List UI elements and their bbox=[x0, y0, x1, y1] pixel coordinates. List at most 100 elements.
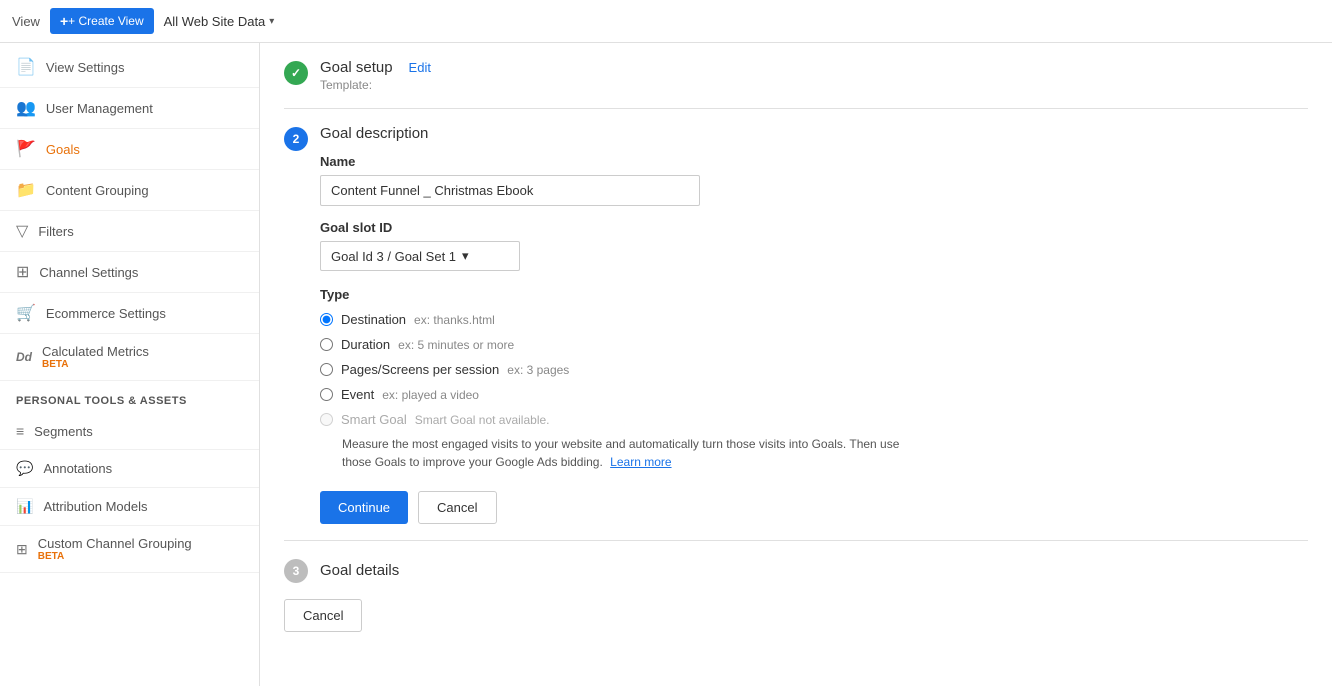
step-divider-2 bbox=[284, 540, 1308, 541]
step3-title: Goal details bbox=[320, 562, 399, 579]
step1-edit-link[interactable]: Edit bbox=[409, 60, 431, 75]
beta-badge: BETA bbox=[42, 359, 149, 370]
sidebar-item-label: View Settings bbox=[46, 60, 125, 75]
step2-title: Goal description bbox=[320, 125, 1308, 142]
radio-smart-goal bbox=[320, 413, 333, 426]
bottom-cancel-section: Cancel bbox=[284, 599, 1308, 632]
step2-number: 2 bbox=[293, 132, 300, 146]
sidebar-item-ecommerce[interactable]: 🛒 Ecommerce Settings bbox=[0, 293, 259, 334]
sidebar-item-label: Segments bbox=[34, 424, 93, 439]
annotations-icon: 💬 bbox=[16, 460, 33, 477]
sidebar-item-label: Goals bbox=[46, 142, 80, 157]
personal-tools-header: PERSONAL TOOLS & ASSETS bbox=[0, 381, 259, 413]
radio-event[interactable] bbox=[320, 388, 333, 401]
sidebar-item-label: Calculated Metrics bbox=[42, 344, 149, 359]
sidebar-item-label: User Management bbox=[46, 101, 153, 116]
name-label: Name bbox=[320, 154, 1308, 169]
sidebar-item-segments[interactable]: ≡ Segments bbox=[0, 413, 259, 450]
pages-screens-label: Pages/Screens per session bbox=[341, 362, 499, 377]
step3-number: 3 bbox=[293, 564, 300, 578]
top-bar: View + + Create View All Web Site Data ▾ bbox=[0, 0, 1332, 43]
step-divider-1 bbox=[284, 108, 1308, 109]
smart-goal-info: Measure the most engaged visits to your … bbox=[342, 435, 922, 471]
sidebar-item-attribution-models[interactable]: 📊 Attribution Models bbox=[0, 488, 259, 526]
duration-example: ex: 5 minutes or more bbox=[398, 338, 514, 352]
channel-icon: ⊞ bbox=[16, 262, 29, 282]
sidebar-item-content-grouping[interactable]: 📁 Content Grouping bbox=[0, 170, 259, 211]
type-pages-screens[interactable]: Pages/Screens per session ex: 3 pages bbox=[320, 362, 1308, 377]
view-selector[interactable]: All Web Site Data ▾ bbox=[164, 14, 275, 29]
site-name: All Web Site Data bbox=[164, 14, 266, 29]
step2-icon: 2 bbox=[284, 127, 308, 151]
sidebar-item-custom-channel[interactable]: ⊞ Custom Channel Grouping BETA bbox=[0, 526, 259, 573]
destination-example: ex: thanks.html bbox=[414, 313, 495, 327]
sidebar-item-filters[interactable]: ▽ Filters bbox=[0, 211, 259, 252]
document-icon: 📄 bbox=[16, 57, 36, 77]
pages-screens-example: ex: 3 pages bbox=[507, 363, 569, 377]
sidebar-item-label: Filters bbox=[38, 224, 73, 239]
cancel-button-step2[interactable]: Cancel bbox=[418, 491, 496, 524]
main-layout: 📄 View Settings 👥 User Management 🚩 Goal… bbox=[0, 43, 1332, 686]
step1-title: Goal setup bbox=[320, 59, 393, 76]
learn-more-link[interactable]: Learn more bbox=[610, 455, 671, 469]
event-example: ex: played a video bbox=[382, 388, 479, 402]
folder-icon: 📁 bbox=[16, 180, 36, 200]
sidebar-item-goals[interactable]: 🚩 Goals bbox=[0, 129, 259, 170]
create-view-label: + Create View bbox=[68, 14, 144, 28]
type-radio-group: Destination ex: thanks.html Duration ex:… bbox=[320, 312, 1308, 427]
type-smart-goal: Smart Goal Smart Goal not available. bbox=[320, 412, 1308, 427]
create-view-button[interactable]: + + Create View bbox=[50, 8, 154, 34]
sidebar-item-label: Channel Settings bbox=[39, 265, 138, 280]
flag-icon: 🚩 bbox=[16, 139, 36, 159]
radio-duration[interactable] bbox=[320, 338, 333, 351]
sidebar-item-label: Annotations bbox=[43, 461, 112, 476]
sidebar-item-label: Custom Channel Grouping bbox=[38, 536, 192, 551]
sidebar-item-label: Content Grouping bbox=[46, 183, 149, 198]
smart-goal-label: Smart Goal bbox=[341, 412, 407, 427]
sidebar-item-user-management[interactable]: 👥 User Management bbox=[0, 88, 259, 129]
radio-destination[interactable] bbox=[320, 313, 333, 326]
smart-goal-example: Smart Goal not available. bbox=[415, 413, 550, 427]
content-area: ✓ Goal setup Edit Template: 2 Goal descr… bbox=[260, 43, 1332, 686]
goal-slot-value: Goal Id 3 / Goal Set 1 bbox=[331, 249, 456, 264]
destination-label: Destination bbox=[341, 312, 406, 327]
sidebar-item-label: Ecommerce Settings bbox=[46, 306, 166, 321]
event-label: Event bbox=[341, 387, 374, 402]
beta-badge-custom: BETA bbox=[38, 551, 192, 562]
radio-pages-screens[interactable] bbox=[320, 363, 333, 376]
type-destination[interactable]: Destination ex: thanks.html bbox=[320, 312, 1308, 327]
calc-icon: Dd bbox=[16, 350, 32, 364]
sidebar: 📄 View Settings 👥 User Management 🚩 Goal… bbox=[0, 43, 260, 686]
sidebar-item-annotations[interactable]: 💬 Annotations bbox=[0, 450, 259, 488]
view-label: View bbox=[12, 14, 40, 29]
filter-icon: ▽ bbox=[16, 221, 28, 241]
step1-icon: ✓ bbox=[284, 61, 308, 85]
attribution-icon: 📊 bbox=[16, 498, 33, 515]
step1-subtitle: Template: bbox=[320, 78, 431, 92]
segments-icon: ≡ bbox=[16, 423, 24, 439]
plus-icon: + bbox=[60, 13, 68, 29]
custom-channel-icon: ⊞ bbox=[16, 541, 28, 558]
continue-button[interactable]: Continue bbox=[320, 491, 408, 524]
type-label: Type bbox=[320, 287, 1308, 302]
step2: 2 Goal description Name Goal slot ID Goa… bbox=[284, 125, 1308, 524]
goal-slot-select[interactable]: Goal Id 3 / Goal Set 1 ▾ bbox=[320, 241, 520, 271]
action-buttons: Continue Cancel bbox=[320, 491, 1308, 524]
goal-slot-label: Goal slot ID bbox=[320, 220, 1308, 235]
users-icon: 👥 bbox=[16, 98, 36, 118]
step3-icon: 3 bbox=[284, 559, 308, 583]
type-duration[interactable]: Duration ex: 5 minutes or more bbox=[320, 337, 1308, 352]
step3: 3 Goal details bbox=[284, 557, 1308, 583]
goal-name-input[interactable] bbox=[320, 175, 700, 206]
sidebar-item-calculated-metrics[interactable]: Dd Calculated Metrics BETA bbox=[0, 334, 259, 381]
ecommerce-icon: 🛒 bbox=[16, 303, 36, 323]
duration-label: Duration bbox=[341, 337, 390, 352]
checkmark-icon: ✓ bbox=[291, 66, 301, 80]
goal-slot-arrow-icon: ▾ bbox=[462, 248, 469, 264]
cancel-button-bottom[interactable]: Cancel bbox=[284, 599, 362, 632]
type-event[interactable]: Event ex: played a video bbox=[320, 387, 1308, 402]
dropdown-arrow-icon: ▾ bbox=[269, 16, 274, 27]
sidebar-item-channel-settings[interactable]: ⊞ Channel Settings bbox=[0, 252, 259, 293]
sidebar-item-view-settings[interactable]: 📄 View Settings bbox=[0, 47, 259, 88]
step1: ✓ Goal setup Edit Template: bbox=[284, 59, 1308, 92]
